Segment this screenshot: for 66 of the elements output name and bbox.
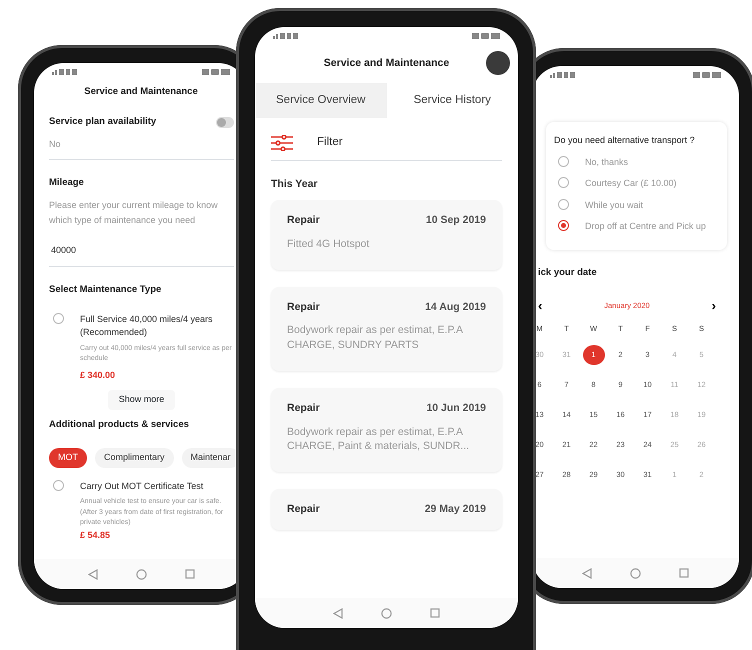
section-heading: This Year — [271, 176, 319, 192]
record-date: 14 Aug 2019 — [425, 300, 486, 315]
avatar-photo-placeholder[interactable] — [486, 51, 510, 75]
product-title: Carry Out MOT Certificate Test — [80, 480, 204, 493]
radio-button[interactable] — [558, 198, 569, 210]
toggle-switch[interactable] — [216, 116, 234, 128]
status-icons-drawing — [550, 72, 576, 78]
record-date: 10 Jun 2019 — [426, 400, 486, 416]
record-description: Bodywork repair as per estimat, E.P.A CHARGE, SUNDRY PARTS — [287, 323, 464, 353]
mileage-input[interactable]: 40000 — [49, 243, 234, 267]
status-icons-drawing — [273, 33, 299, 39]
show-more-button[interactable]: Show more — [108, 390, 176, 410]
option-title: Full Service 40,000 miles/4 years (Recommended) — [80, 312, 214, 340]
home-icon[interactable] — [630, 568, 641, 578]
recent-apps-icon[interactable] — [184, 569, 194, 579]
battery-clock-drawing — [202, 69, 230, 75]
record-description: Bodywork repair as per estimat, E.P.A CHARGE, Paint & materials, SUNDR... — [287, 424, 470, 454]
radio-button[interactable] — [558, 177, 569, 188]
field-value: No — [49, 138, 234, 160]
battery-clock-drawing — [472, 33, 500, 39]
option-label: While you wait — [585, 198, 644, 212]
record-type: Repair — [287, 300, 320, 315]
service-record-card[interactable]: Repair 14 Aug 2019 Bodywork repair as per estimat, E.P.A CHARGE, SUNDRY PARTS — [271, 286, 502, 371]
option-label: Courtesy Car (£ 10.00) — [585, 177, 677, 190]
record-description: Fitted 4G Hotspot — [287, 237, 370, 252]
battery-clock-drawing — [693, 72, 721, 78]
record-type: Repair — [287, 213, 320, 228]
field-label: Mileage — [49, 176, 85, 190]
field-label: Service plan availability — [49, 115, 156, 130]
home-icon[interactable] — [381, 608, 392, 618]
section-heading: ick your date — [538, 266, 598, 280]
next-month-button[interactable]: › — [712, 296, 716, 316]
recent-apps-icon[interactable] — [430, 608, 440, 618]
option-label: No, thanks — [585, 156, 628, 168]
option-price: £ 340.00 — [80, 368, 116, 382]
radio-button[interactable] — [558, 156, 569, 166]
filter-sliders-icon — [271, 134, 293, 151]
tab[interactable]: Service Overview — [255, 83, 386, 118]
help-text: Please enter your current mileage to know which type of maintenance you need — [49, 199, 219, 227]
category-chip[interactable]: MOT — [49, 448, 87, 468]
home-icon[interactable] — [136, 568, 146, 580]
previous-month-button[interactable]: ‹ — [538, 296, 542, 316]
back-icon[interactable] — [333, 608, 343, 618]
service-record-card[interactable]: Repair 10 Jun 2019 Bodywork repair as per estimat, E.P.A CHARGE, Paint & materials, SUNDR... — [271, 388, 502, 472]
record-type: Repair — [287, 502, 320, 517]
option-label: Drop off at Centre and Pick up — [585, 220, 706, 233]
status-icons-drawing — [52, 69, 78, 75]
section-heading: Select Maintenance Type — [49, 282, 162, 297]
service-record-card[interactable]: Repair 29 May 2019 — [271, 488, 502, 530]
radio-button[interactable] — [558, 220, 569, 231]
back-icon[interactable] — [582, 568, 592, 578]
product-price: £ 54.85 — [80, 528, 112, 542]
radio-button[interactable] — [53, 312, 64, 324]
screen-title: Service and Maintenance — [83, 85, 199, 99]
recent-apps-icon[interactable] — [679, 568, 689, 578]
section-heading: Additional products & services — [49, 418, 190, 432]
radio-button[interactable] — [53, 480, 64, 491]
filter-button[interactable]: Filter — [271, 118, 502, 160]
record-date: 10 Sep 2019 — [426, 213, 486, 228]
back-icon[interactable] — [88, 568, 98, 580]
category-chip[interactable]: Complimentary — [95, 448, 174, 468]
question-text: Do you need alternative transport ? — [554, 134, 696, 147]
screen-title: Service and Maintenance — [324, 56, 450, 72]
record-type: Repair — [287, 400, 320, 416]
record-date: 29 May 2019 — [424, 502, 486, 517]
service-record-card[interactable]: Repair 10 Sep 2019 Fitted 4G Hotspot — [271, 200, 502, 270]
